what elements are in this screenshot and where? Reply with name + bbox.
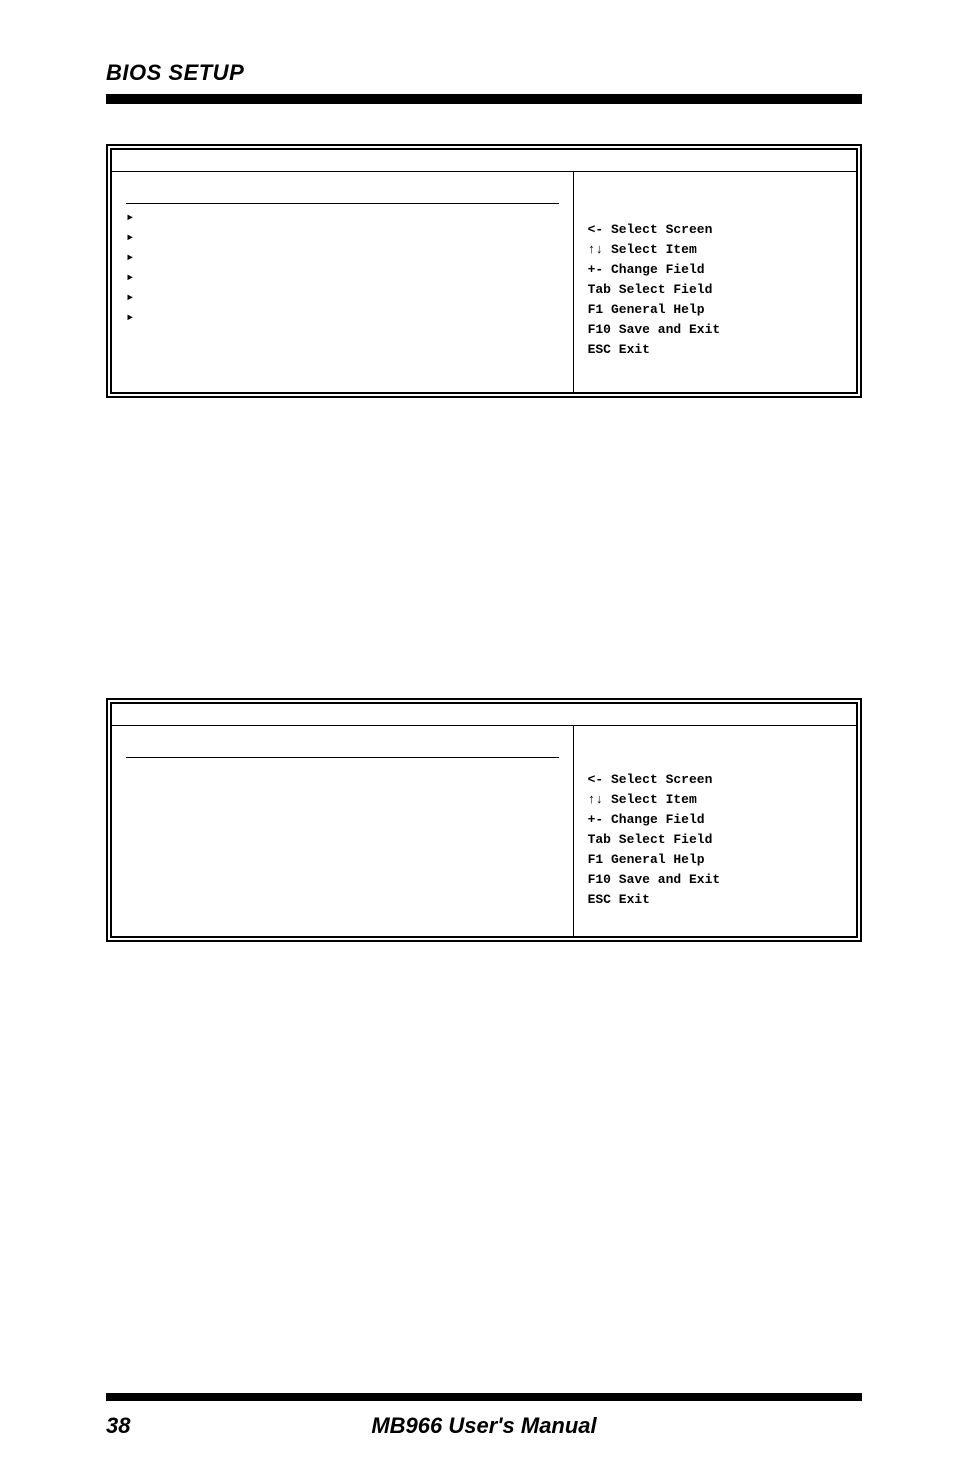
bios-title-bar	[112, 704, 856, 726]
bios-panel-1: ▸ ▸ ▸ ▸ ▸ ▸ <- Select Screen ↑↓ Select I…	[106, 144, 862, 398]
help-change-field: +- Change Field	[588, 260, 842, 280]
bios-title-bar	[112, 150, 856, 172]
help-save-exit: F10 Save and Exit	[588, 870, 842, 890]
menu-item-arrow[interactable]: ▸	[126, 308, 559, 328]
bios-help-area: <- Select Screen ↑↓ Select Item +- Chang…	[574, 726, 856, 936]
help-general-help: F1 General Help	[588, 300, 842, 320]
help-general-help: F1 General Help	[588, 850, 842, 870]
header-rule	[106, 94, 862, 104]
bios-subheader	[126, 736, 559, 758]
help-tab-select: Tab Select Field	[588, 280, 842, 300]
bios-help-area: <- Select Screen ↑↓ Select Item +- Chang…	[574, 172, 856, 392]
help-change-field: +- Change Field	[588, 810, 842, 830]
bios-subheader	[126, 182, 559, 204]
help-select-item: ↑↓ Select Item	[588, 240, 842, 260]
help-esc-exit: ESC Exit	[588, 340, 842, 360]
help-save-exit: F10 Save and Exit	[588, 320, 842, 340]
page-number: 38	[106, 1413, 130, 1439]
menu-item-arrow[interactable]: ▸	[126, 208, 559, 228]
bios-menu-area	[112, 726, 574, 936]
menu-item-arrow[interactable]: ▸	[126, 228, 559, 248]
help-select-item: ↑↓ Select Item	[588, 790, 842, 810]
bios-menu-area: ▸ ▸ ▸ ▸ ▸ ▸	[112, 172, 574, 392]
manual-title: MB966 User's Manual	[371, 1413, 596, 1439]
help-select-screen: <- Select Screen	[588, 770, 842, 790]
help-tab-select: Tab Select Field	[588, 830, 842, 850]
help-esc-exit: ESC Exit	[588, 890, 842, 910]
menu-item-arrow[interactable]: ▸	[126, 288, 559, 308]
menu-item-arrow[interactable]: ▸	[126, 248, 559, 268]
help-select-screen: <- Select Screen	[588, 220, 842, 240]
menu-item-arrow[interactable]: ▸	[126, 268, 559, 288]
footer-rule	[106, 1393, 862, 1401]
bios-panel-2: <- Select Screen ↑↓ Select Item +- Chang…	[106, 698, 862, 942]
bios-menu-items: ▸ ▸ ▸ ▸ ▸ ▸	[126, 204, 559, 328]
section-header: BIOS SETUP	[106, 60, 862, 86]
